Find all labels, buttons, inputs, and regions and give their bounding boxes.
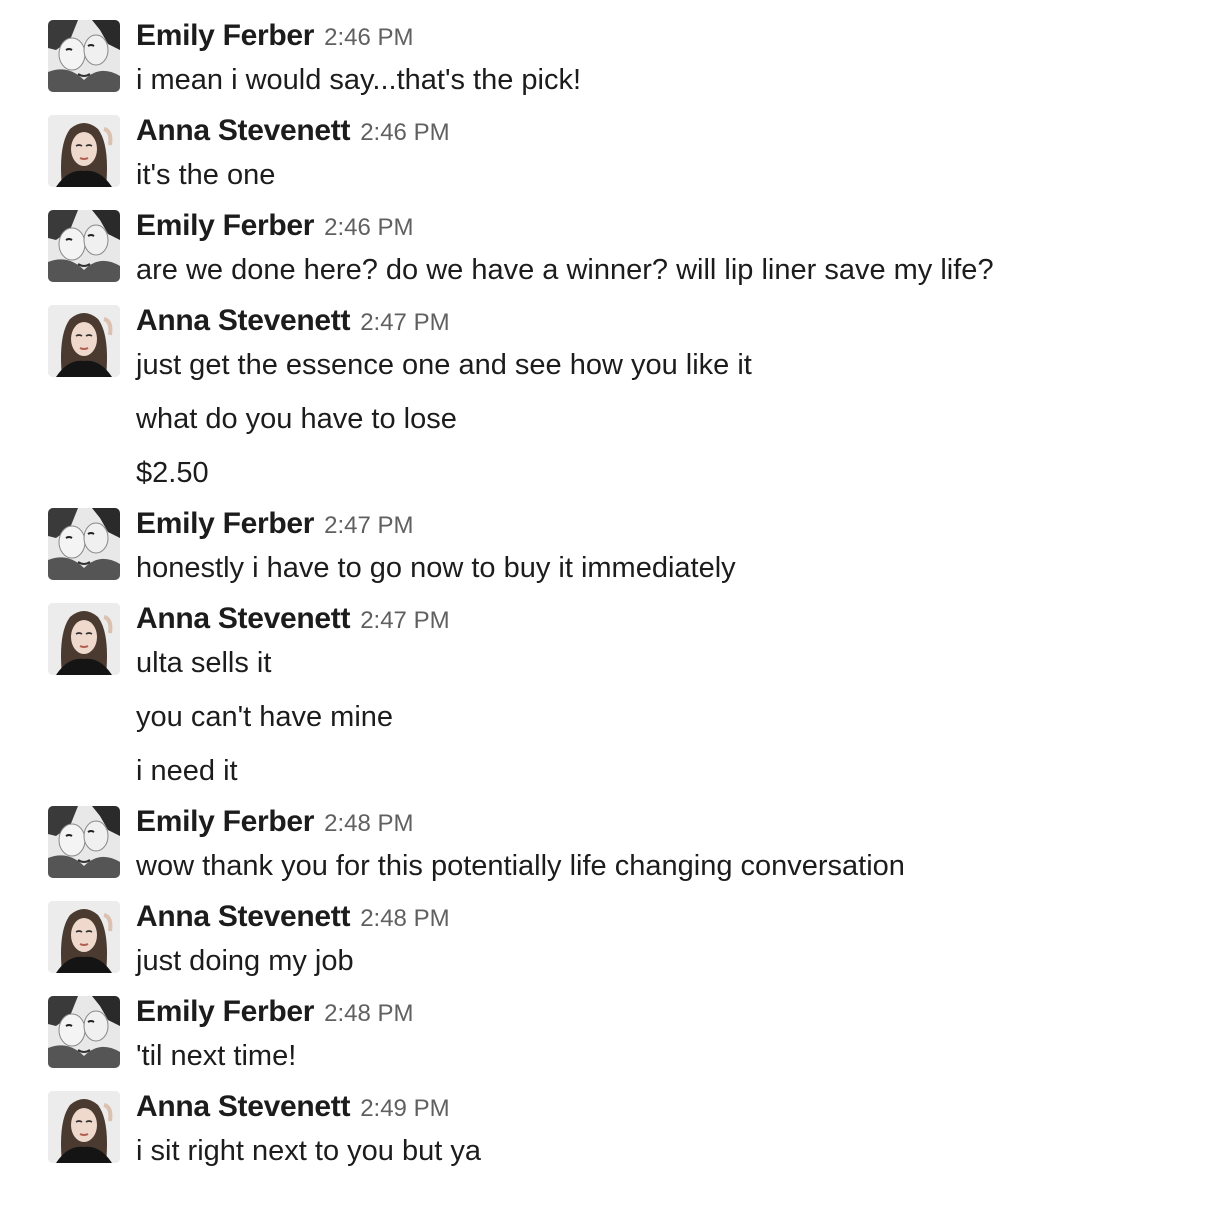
timestamp[interactable]: 2:47 PM bbox=[360, 309, 449, 336]
author-name[interactable]: Emily Ferber bbox=[136, 805, 314, 838]
message-text: you can't have mine bbox=[136, 701, 394, 733]
message-text: i sit right next to you but ya bbox=[136, 1135, 481, 1167]
message: Emily Ferber 2:46 PM are we done here? do … bbox=[0, 208, 1230, 288]
timestamp[interactable]: 2:46 PM bbox=[324, 24, 413, 51]
message-text: just get the essence one and see how you… bbox=[136, 349, 752, 381]
message-header: Anna Stevenett 2:49 PM bbox=[136, 1089, 1230, 1125]
message: Anna Stevenett 2:48 PM just doing my job bbox=[0, 899, 1230, 979]
avatar[interactable] bbox=[48, 1091, 120, 1163]
author-name[interactable]: Emily Ferber bbox=[136, 19, 314, 52]
message-header: Emily Ferber 2:46 PM bbox=[136, 208, 1230, 244]
author-name[interactable]: Emily Ferber bbox=[136, 209, 314, 242]
message: Anna Stevenett 2:47 PM just get the essenc… bbox=[0, 303, 1230, 491]
message-text: what do you have to lose bbox=[136, 403, 457, 435]
message-text: wow thank you for this potentially life … bbox=[136, 850, 905, 882]
message-text: ulta sells it bbox=[136, 647, 272, 679]
message: Emily Ferber 2:48 PM 'til next time! bbox=[0, 994, 1230, 1074]
message-feed: Emily Ferber 2:46 PM i mean i would say...… bbox=[0, 0, 1230, 1169]
message: Anna Stevenett 2:47 PM ulta sells it you ca… bbox=[0, 601, 1230, 789]
message: Emily Ferber 2:46 PM i mean i would say...… bbox=[0, 18, 1230, 98]
message: Anna Stevenett 2:46 PM it's the one bbox=[0, 113, 1230, 193]
message-text: i need it bbox=[136, 755, 238, 787]
timestamp[interactable]: 2:48 PM bbox=[324, 810, 413, 837]
author-name[interactable]: Anna Stevenett bbox=[136, 602, 350, 635]
message-header: Anna Stevenett 2:48 PM bbox=[136, 899, 1230, 935]
timestamp[interactable]: 2:49 PM bbox=[360, 1095, 449, 1122]
message-header: Emily Ferber 2:46 PM bbox=[136, 18, 1230, 54]
author-name[interactable]: Anna Stevenett bbox=[136, 114, 350, 147]
message-text: honestly i have to go now to buy it imme… bbox=[136, 552, 736, 584]
message-text: just doing my job bbox=[136, 945, 354, 977]
message-header: Anna Stevenett 2:47 PM bbox=[136, 601, 1230, 637]
message-header: Anna Stevenett 2:46 PM bbox=[136, 113, 1230, 149]
message: Emily Ferber 2:47 PM honestly i have to go… bbox=[0, 506, 1230, 586]
author-name[interactable]: Anna Stevenett bbox=[136, 304, 350, 337]
avatar[interactable] bbox=[48, 210, 120, 282]
timestamp[interactable]: 2:46 PM bbox=[324, 214, 413, 241]
avatar[interactable] bbox=[48, 115, 120, 187]
author-name[interactable]: Anna Stevenett bbox=[136, 900, 350, 933]
message: Emily Ferber 2:48 PM wow thank you for thi… bbox=[0, 804, 1230, 884]
avatar[interactable] bbox=[48, 305, 120, 377]
message-header: Emily Ferber 2:48 PM bbox=[136, 804, 1230, 840]
avatar[interactable] bbox=[48, 508, 120, 580]
message-header: Emily Ferber 2:47 PM bbox=[136, 506, 1230, 542]
message-text: i mean i would say...that's the pick! bbox=[136, 64, 582, 96]
avatar[interactable] bbox=[48, 603, 120, 675]
author-name[interactable]: Emily Ferber bbox=[136, 507, 314, 540]
avatar[interactable] bbox=[48, 901, 120, 973]
avatar[interactable] bbox=[48, 806, 120, 878]
author-name[interactable]: Emily Ferber bbox=[136, 995, 314, 1028]
timestamp[interactable]: 2:47 PM bbox=[360, 607, 449, 634]
timestamp[interactable]: 2:48 PM bbox=[324, 1000, 413, 1027]
message-text: 'til next time! bbox=[136, 1040, 297, 1072]
message-header: Anna Stevenett 2:47 PM bbox=[136, 303, 1230, 339]
message-header: Emily Ferber 2:48 PM bbox=[136, 994, 1230, 1030]
avatar[interactable] bbox=[48, 996, 120, 1068]
avatar[interactable] bbox=[48, 20, 120, 92]
message-text: it's the one bbox=[136, 159, 276, 191]
message: Anna Stevenett 2:49 PM i sit right next to… bbox=[0, 1089, 1230, 1169]
message-text: are we done here? do we have a winner? w… bbox=[136, 254, 994, 286]
author-name[interactable]: Anna Stevenett bbox=[136, 1090, 350, 1123]
message-text: $2.50 bbox=[136, 457, 209, 489]
timestamp[interactable]: 2:47 PM bbox=[324, 512, 413, 539]
timestamp[interactable]: 2:48 PM bbox=[360, 905, 449, 932]
timestamp[interactable]: 2:46 PM bbox=[360, 119, 449, 146]
